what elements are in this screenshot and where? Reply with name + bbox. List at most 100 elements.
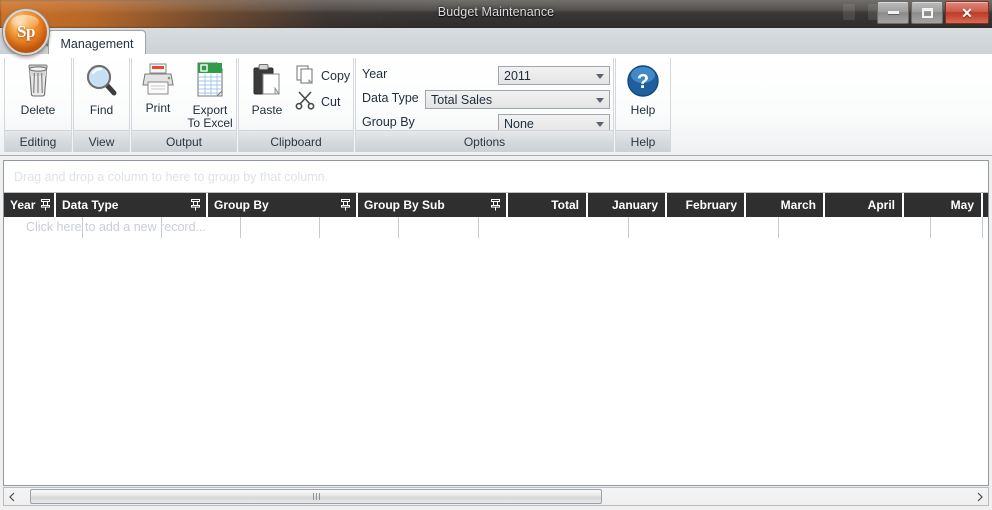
chevron-down-icon xyxy=(596,97,604,103)
paste-button-label: Paste xyxy=(251,103,283,117)
column-pin-icon[interactable] xyxy=(335,199,350,211)
tab-management[interactable]: Management xyxy=(48,30,146,56)
paste-button[interactable]: Paste xyxy=(241,62,293,117)
grid-column-header[interactable]: Group By Sub xyxy=(358,193,508,217)
tab-management-label: Management xyxy=(60,36,134,51)
grid-new-record-cell[interactable] xyxy=(320,217,399,238)
grid-column-header[interactable]: Data Type xyxy=(56,193,208,217)
grid-column-header-label: Group By Sub xyxy=(364,198,445,212)
grid-column-header[interactable]: March xyxy=(746,193,825,217)
printer-icon xyxy=(140,62,176,99)
grid-new-record-cell[interactable] xyxy=(629,217,779,238)
column-pin-icon[interactable] xyxy=(185,199,200,211)
grid-column-header-label: April xyxy=(867,198,895,212)
app-logo-button[interactable]: Sp xyxy=(3,9,49,55)
thumb-grip-line xyxy=(315,493,317,500)
ribbon-group-options-label: Options xyxy=(356,130,613,152)
grid-column-header[interactable]: May xyxy=(904,193,983,217)
chevron-down-icon xyxy=(596,121,604,127)
group-by-label: Group By xyxy=(362,115,415,129)
trash-icon xyxy=(21,62,55,101)
grid-column-header-label: Year xyxy=(10,198,36,212)
grid-column-header[interactable]: Total xyxy=(508,193,588,217)
maximize-icon xyxy=(921,7,933,18)
grid-new-record-cell[interactable] xyxy=(479,217,629,238)
grid-column-header[interactable]: April xyxy=(825,193,904,217)
grid-body xyxy=(4,239,988,485)
column-pin-icon[interactable] xyxy=(485,199,500,211)
scrollbar-track[interactable] xyxy=(20,488,972,505)
group-by-field-row: Group By xyxy=(362,115,415,129)
grid-column-header[interactable]: February xyxy=(667,193,746,217)
ribbon-group-view: Find View xyxy=(73,58,130,152)
grid-new-record-cell[interactable] xyxy=(241,217,320,238)
ribbon-tab-strip: Management xyxy=(0,28,992,56)
thumb-grip-line xyxy=(312,493,314,500)
group-by-panel-hint: Drag and drop a column to here to group … xyxy=(14,169,329,184)
grid-column-header[interactable]: January xyxy=(588,193,667,217)
minimize-button[interactable] xyxy=(877,1,909,24)
ribbon-group-view-label: View xyxy=(74,130,129,152)
clipboard-icon xyxy=(249,62,285,101)
ribbon-group-clipboard: Paste Copy Cut Clipboard xyxy=(238,58,354,152)
budget-maintenance-window: Budget Maintenance ✕ Management Sp Delet… xyxy=(0,0,992,510)
data-type-dropdown-value: Total Sales xyxy=(431,92,493,107)
year-field-row: Year xyxy=(362,67,387,81)
window-controls: ✕ xyxy=(877,1,989,24)
column-pin-icon[interactable] xyxy=(35,199,51,211)
grid-new-record-cell[interactable] xyxy=(779,217,931,238)
group-by-panel[interactable]: Drag and drop a column to here to group … xyxy=(4,161,988,193)
delete-button-label: Delete xyxy=(20,103,56,117)
export-to-excel-button[interactable]: Export To Excel xyxy=(184,61,236,130)
grid-column-header-label: February xyxy=(685,198,737,212)
grid-new-record-cell[interactable] xyxy=(931,217,983,238)
ribbon: Delete Editing Find View Print Export To… xyxy=(0,54,992,156)
scroll-left-arrow-icon[interactable] xyxy=(4,488,20,505)
grid-column-header-label: March xyxy=(780,198,816,212)
ribbon-group-output-label: Output xyxy=(132,130,236,152)
grid-new-record-hint: Click here to add a new record... xyxy=(26,220,206,234)
help-button[interactable]: ? Help xyxy=(616,64,670,117)
app-logo-label: Sp xyxy=(17,22,35,41)
cut-button[interactable]: Cut xyxy=(295,90,340,113)
grid-new-record-row[interactable]: Click here to add a new record... xyxy=(4,217,988,240)
data-type-field-row: Data Type xyxy=(362,91,419,105)
find-button[interactable]: Find xyxy=(74,62,129,117)
scrollbar-thumb[interactable] xyxy=(30,489,602,504)
close-button[interactable]: ✕ xyxy=(945,1,989,24)
maximize-button[interactable] xyxy=(911,1,943,24)
year-dropdown-value: 2011 xyxy=(504,68,531,83)
grid-column-header[interactable]: Group By xyxy=(208,193,358,217)
grid-column-header-label: January xyxy=(611,198,658,212)
horizontal-scrollbar[interactable] xyxy=(3,487,989,506)
copy-button[interactable]: Copy xyxy=(295,64,350,87)
title-bar: Budget Maintenance ✕ xyxy=(0,0,992,28)
grid-column-header-label: Group By xyxy=(214,198,269,212)
ribbon-group-output: Print Export To Excel Output xyxy=(131,58,237,152)
grid-column-header[interactable]: Year xyxy=(4,193,56,217)
grid-header-row: Year Data Type Group By Group By Sub Total Ja… xyxy=(4,193,988,217)
scissors-icon xyxy=(295,90,315,113)
magnifier-icon xyxy=(84,62,120,101)
cut-button-label: Cut xyxy=(321,94,341,109)
window-title: Budget Maintenance xyxy=(437,5,555,19)
close-icon: ✕ xyxy=(961,4,973,21)
ribbon-group-help: ? Help Help xyxy=(615,58,671,152)
grid-column-header-label: Data Type xyxy=(62,198,119,212)
find-button-label: Find xyxy=(89,103,114,117)
group-by-dropdown-value: None xyxy=(504,116,534,131)
ribbon-group-clipboard-label: Clipboard xyxy=(239,130,353,152)
copy-icon xyxy=(295,64,315,87)
copy-button-label: Copy xyxy=(321,68,351,83)
scroll-right-arrow-icon[interactable] xyxy=(972,488,988,505)
year-dropdown[interactable]: 2011 xyxy=(498,66,610,85)
data-type-label: Data Type xyxy=(362,91,419,105)
ribbon-group-options: Year 2011 Data Type Total Sales Group By xyxy=(355,58,614,152)
data-type-dropdown[interactable]: Total Sales xyxy=(425,90,610,109)
grid-new-record-cell[interactable] xyxy=(399,217,479,238)
print-button[interactable]: Print xyxy=(134,62,182,115)
help-button-label: Help xyxy=(630,103,656,117)
excel-icon xyxy=(193,61,227,101)
delete-button[interactable]: Delete xyxy=(5,62,71,117)
help-circle-icon: ? xyxy=(626,64,660,101)
